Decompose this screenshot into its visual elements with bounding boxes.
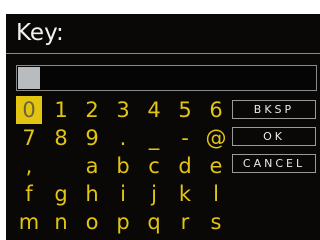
key-char[interactable]: 2	[79, 96, 105, 124]
key-char[interactable]: b	[110, 152, 136, 180]
key-char[interactable]: ,	[16, 152, 42, 180]
cancel-button[interactable]: CANCEL	[232, 154, 316, 173]
key-char[interactable]: h	[79, 180, 105, 208]
key-char[interactable]: e	[203, 152, 229, 180]
key-char[interactable]: m	[16, 208, 42, 236]
key-char[interactable]: 9	[79, 124, 105, 152]
key-char[interactable]: 8	[48, 124, 74, 152]
key-char[interactable]: g	[48, 180, 74, 208]
key-char[interactable]: j	[141, 180, 167, 208]
key-char[interactable]: 1	[48, 96, 74, 124]
key-char[interactable]: @	[203, 124, 229, 152]
text-cursor	[18, 67, 40, 89]
key-char[interactable]: q	[141, 208, 167, 236]
key-char[interactable]: 3	[110, 96, 136, 124]
key-char[interactable]: 0	[16, 96, 42, 124]
key-char[interactable]: n	[48, 208, 74, 236]
key-char[interactable]: o	[79, 208, 105, 236]
key-char[interactable]: k	[172, 180, 198, 208]
key-row: , a b c d e	[16, 152, 234, 180]
key-row: 0 1 2 3 4 5 6	[16, 96, 234, 124]
text-entry-field[interactable]	[16, 65, 317, 91]
character-keyboard: 0 1 2 3 4 5 6 7 8 9 . _ - @ , a b c d e …	[16, 96, 234, 236]
key-char[interactable]: 7	[16, 124, 42, 152]
key-char[interactable]: f	[16, 180, 42, 208]
key-char[interactable]: d	[172, 152, 198, 180]
key-char[interactable]: r	[172, 208, 198, 236]
key-char[interactable]: c	[141, 152, 167, 180]
title-divider	[6, 53, 320, 54]
key-space[interactable]	[48, 152, 74, 180]
key-char[interactable]: l	[203, 180, 229, 208]
key-row: f g h i j k l	[16, 180, 234, 208]
key-char[interactable]: p	[110, 208, 136, 236]
radio-display: Key: 0 1 2 3 4 5 6 7 8 9 . _ - @ , a b c	[6, 14, 320, 240]
key-char[interactable]: .	[110, 124, 136, 152]
ok-button[interactable]: OK	[232, 127, 316, 146]
key-row: m n o p q r s	[16, 208, 234, 236]
key-char[interactable]: a	[79, 152, 105, 180]
backspace-button[interactable]: BKSP	[232, 100, 316, 119]
page-title: Key:	[16, 20, 64, 46]
key-char[interactable]: 6	[203, 96, 229, 124]
key-row: 7 8 9 . _ - @	[16, 124, 234, 152]
key-char[interactable]: 4	[141, 96, 167, 124]
key-char[interactable]: _	[141, 124, 167, 152]
key-char[interactable]: -	[172, 124, 198, 152]
key-char[interactable]: s	[203, 208, 229, 236]
key-char[interactable]: i	[110, 180, 136, 208]
key-char[interactable]: 5	[172, 96, 198, 124]
